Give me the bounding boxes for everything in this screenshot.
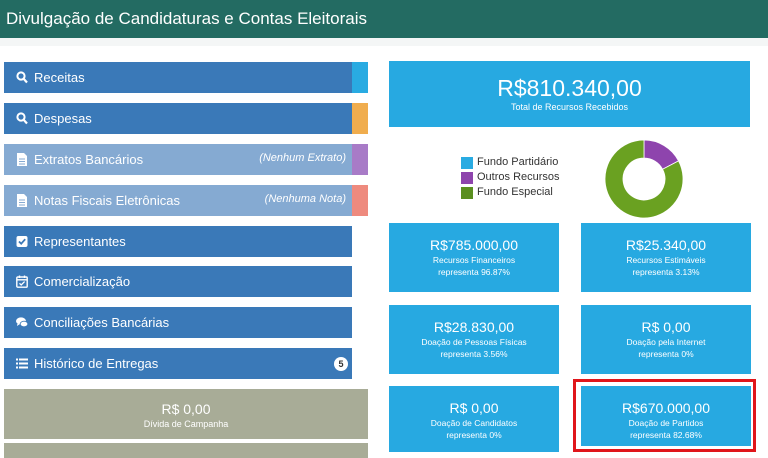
legend-item: Fundo Especial — [461, 186, 560, 201]
page-title: Divulgação de Candidaturas e Contas Elei… — [6, 9, 367, 28]
total-resources-value: R$810.340,00 — [497, 75, 642, 101]
historico-count-badge: 5 — [334, 357, 348, 371]
document-icon — [17, 153, 27, 166]
representantes-label: Representantes — [34, 234, 126, 249]
extratos-edge — [352, 144, 368, 175]
card-label: Doação de Candidatos — [430, 418, 518, 428]
recursos-financeiros-card: R$785.000,00 Recursos Financeiros repres… — [389, 223, 559, 292]
card-value: R$25.340,00 — [625, 237, 707, 253]
conciliacoes-bancarias-button[interactable]: Conciliações Bancárias — [4, 307, 352, 338]
legend-swatch — [461, 157, 473, 169]
receitas-button[interactable]: Receitas — [4, 62, 368, 93]
comercializacao-button[interactable]: Comercialização — [4, 266, 352, 297]
extratos-bancarios-button[interactable]: Extratos Bancários (Nenhum Extrato) — [4, 144, 368, 175]
search-icon — [16, 112, 28, 125]
document-icon — [17, 194, 27, 207]
list-icon — [16, 358, 28, 369]
despesas-label: Despesas — [34, 111, 92, 126]
card-value: R$ 0,00 — [641, 319, 691, 335]
legend-item: Fundo Partidário — [461, 156, 560, 171]
checkbox-icon — [16, 236, 28, 247]
doacao-pessoas-fisicas-card: R$28.830,00 Doação de Pessoas Físicas re… — [389, 305, 559, 374]
card-percentage: representa 3.56% — [440, 349, 508, 359]
card-percentage: representa 3.13% — [632, 267, 700, 277]
conciliacoes-label: Conciliações Bancárias — [34, 315, 170, 330]
campaign-debt-label: Dívida de Campanha — [143, 419, 229, 429]
chart-legend: Fundo Partidário Outros Recursos Fundo E… — [461, 156, 560, 201]
app-header: Divulgação de Candidaturas e Contas Elei… — [0, 0, 768, 38]
despesas-edge — [352, 103, 368, 134]
card-value: R$28.830,00 — [433, 319, 515, 335]
historico-label: Histórico de Entregas — [34, 356, 159, 371]
highlight-box — [573, 379, 756, 452]
receitas-edge — [352, 62, 368, 93]
campaign-debt-panel: R$ 0,00 Dívida de Campanha — [4, 389, 368, 439]
legend-label: Outros Recursos — [477, 171, 560, 183]
notas-note: (Nenhuma Nota) — [264, 193, 346, 205]
total-resources-panel: R$810.340,00 Total de Recursos Recebidos — [389, 61, 750, 127]
historico-entregas-button[interactable]: Histórico de Entregas 5 — [4, 348, 352, 379]
resources-donut-chart — [604, 139, 684, 219]
despesas-button[interactable]: Despesas — [4, 103, 368, 134]
card-percentage: representa 96.87% — [438, 267, 510, 277]
comercializacao-label: Comercialização — [34, 274, 131, 289]
search-icon — [16, 71, 28, 84]
legend-label: Fundo Especial — [477, 186, 553, 198]
card-label: Recursos Estimáveis — [626, 255, 706, 265]
card-value: R$ 0,00 — [449, 400, 499, 416]
legend-item: Outros Recursos — [461, 171, 560, 186]
calendar-check-icon — [16, 275, 28, 288]
card-value: R$785.000,00 — [430, 237, 518, 253]
recursos-estimaveis-card: R$25.340,00 Recursos Estimáveis represen… — [581, 223, 751, 292]
total-resources-label: Total de Recursos Recebidos — [510, 102, 629, 112]
notas-label: Notas Fiscais Eletrônicas — [34, 193, 180, 208]
campaign-debt-value: R$ 0,00 — [161, 401, 211, 417]
comments-icon — [16, 317, 28, 328]
legend-label: Fundo Partidário — [477, 156, 559, 168]
header-subbar — [0, 38, 768, 46]
receitas-label: Receitas — [34, 70, 85, 85]
card-percentage: representa 0% — [638, 349, 694, 359]
notas-fiscais-button[interactable]: Notas Fiscais Eletrônicas (Nenhuma Nota) — [4, 185, 368, 216]
extratos-label: Extratos Bancários — [34, 152, 144, 167]
extratos-note: (Nenhum Extrato) — [259, 152, 346, 164]
doacao-candidatos-card: R$ 0,00 Doação de Candidatos representa … — [389, 386, 559, 452]
card-label: Doação pela Internet — [626, 337, 706, 347]
notas-edge — [352, 185, 368, 216]
card-percentage: representa 0% — [446, 430, 502, 440]
card-label: Doação de Pessoas Físicas — [421, 337, 527, 347]
card-label: Recursos Financeiros — [432, 255, 516, 265]
legend-swatch — [461, 172, 473, 184]
lower-panel — [4, 443, 368, 458]
legend-swatch — [461, 187, 473, 199]
representantes-button[interactable]: Representantes — [4, 226, 352, 257]
doacao-internet-card: R$ 0,00 Doação pela Internet representa … — [581, 305, 751, 374]
